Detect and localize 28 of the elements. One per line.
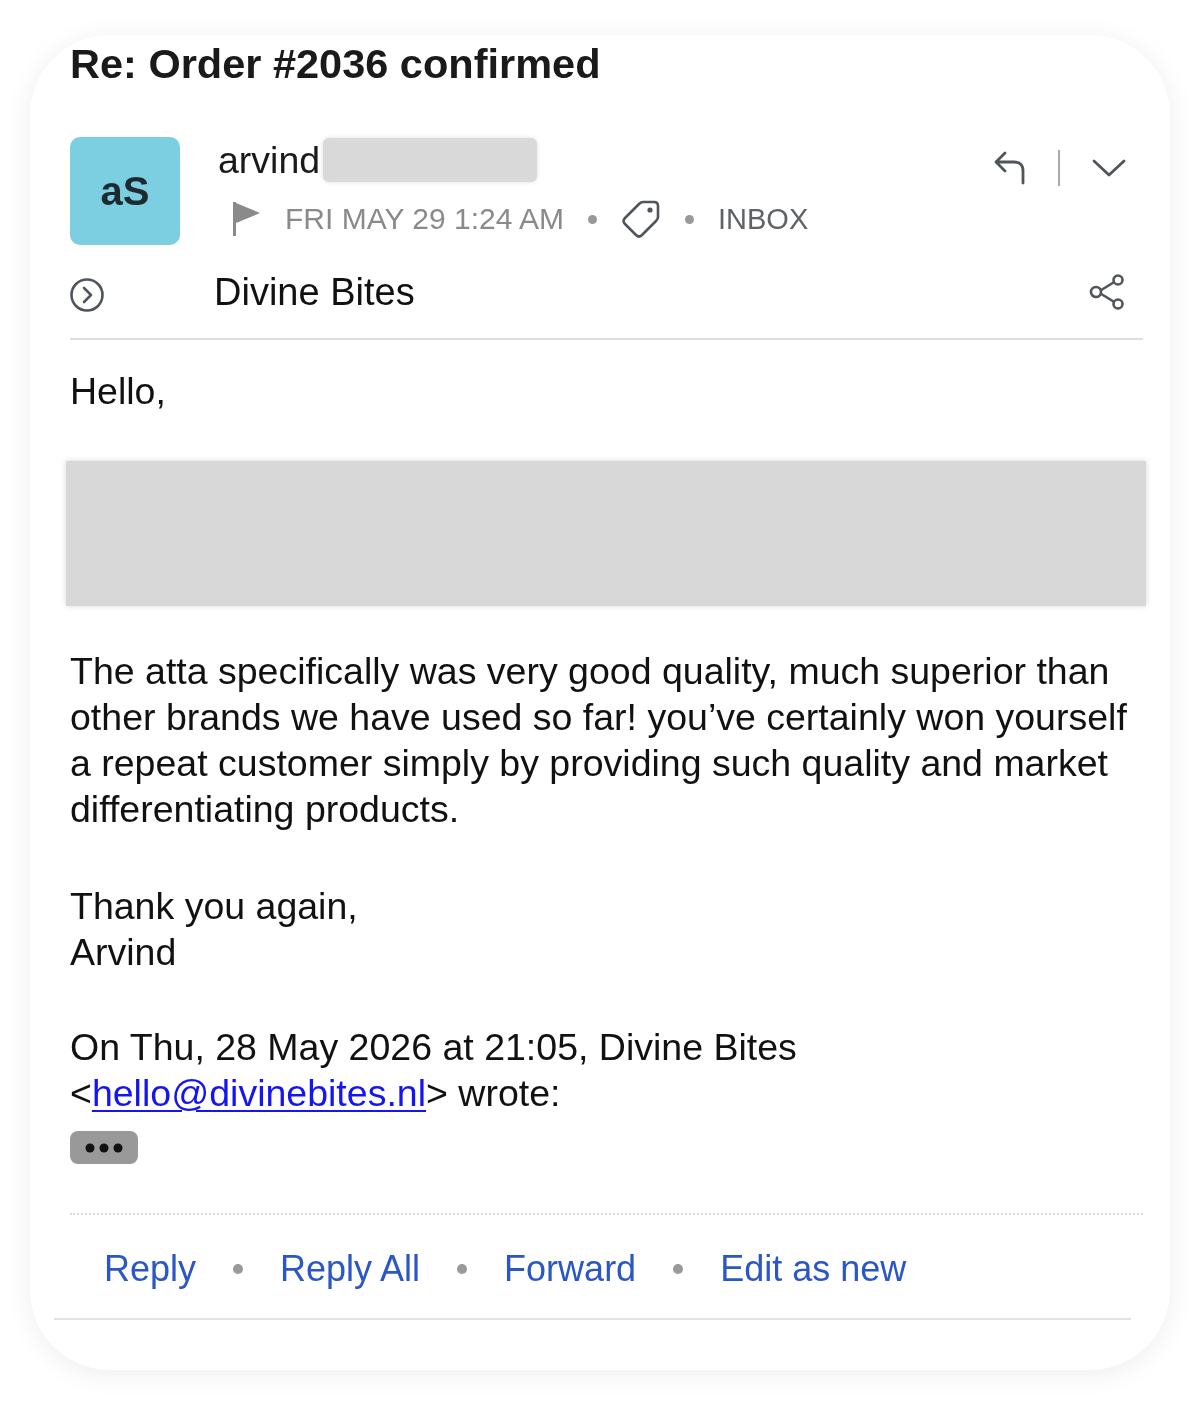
- action-link[interactable]: Reply All: [280, 1245, 421, 1293]
- flag-icon[interactable]: [233, 202, 261, 236]
- email-subject: Re: Order #2036 confirmed: [70, 39, 602, 88]
- separator-dot-icon: [673, 1264, 684, 1274]
- chevron-down-icon[interactable]: [1092, 159, 1126, 177]
- sender-avatar: aS: [70, 137, 180, 245]
- show-quoted-text-button[interactable]: [70, 1131, 138, 1164]
- sender-name: arvind: [218, 138, 321, 183]
- body-paragraph: Hello,: [70, 369, 167, 414]
- separator-dot-icon: [233, 1264, 244, 1274]
- ellipsis-icon: [85, 1142, 123, 1153]
- action-link[interactable]: Edit as new: [720, 1245, 907, 1293]
- signature-text: Thank you again, Arvind: [70, 884, 359, 975]
- body-paragraph: The atta specifically was very good quality, much superior than other brands we have used so far! you’ve certainly won yourself a repeat customer simply by providing such quality and market differentiating products.: [70, 649, 1128, 832]
- chevron-circle-icon[interactable]: [70, 278, 104, 312]
- tag-icon[interactable]: [621, 199, 661, 239]
- action-link[interactable]: Forward: [504, 1245, 637, 1293]
- separator-dot-icon: [588, 214, 597, 224]
- message-date: FRI MAY 29 1:24 AM: [285, 201, 564, 237]
- action-link[interactable]: Reply: [104, 1245, 197, 1293]
- folder-label: INBOX: [718, 202, 809, 237]
- recipient-name: Divine Bites: [214, 270, 416, 314]
- share-icon[interactable]: [1089, 274, 1125, 310]
- quote-header-text: On Thu, 28 May 2026 at 21:05, Divine Bites <hello@divinebites.nl> wrote:: [70, 1025, 798, 1116]
- separator-dot-icon: [685, 214, 694, 224]
- separator-dot-icon: [457, 1264, 468, 1274]
- email-link[interactable]: hello@divinebites.nl: [91, 1072, 426, 1114]
- reply-icon[interactable]: [994, 150, 1026, 186]
